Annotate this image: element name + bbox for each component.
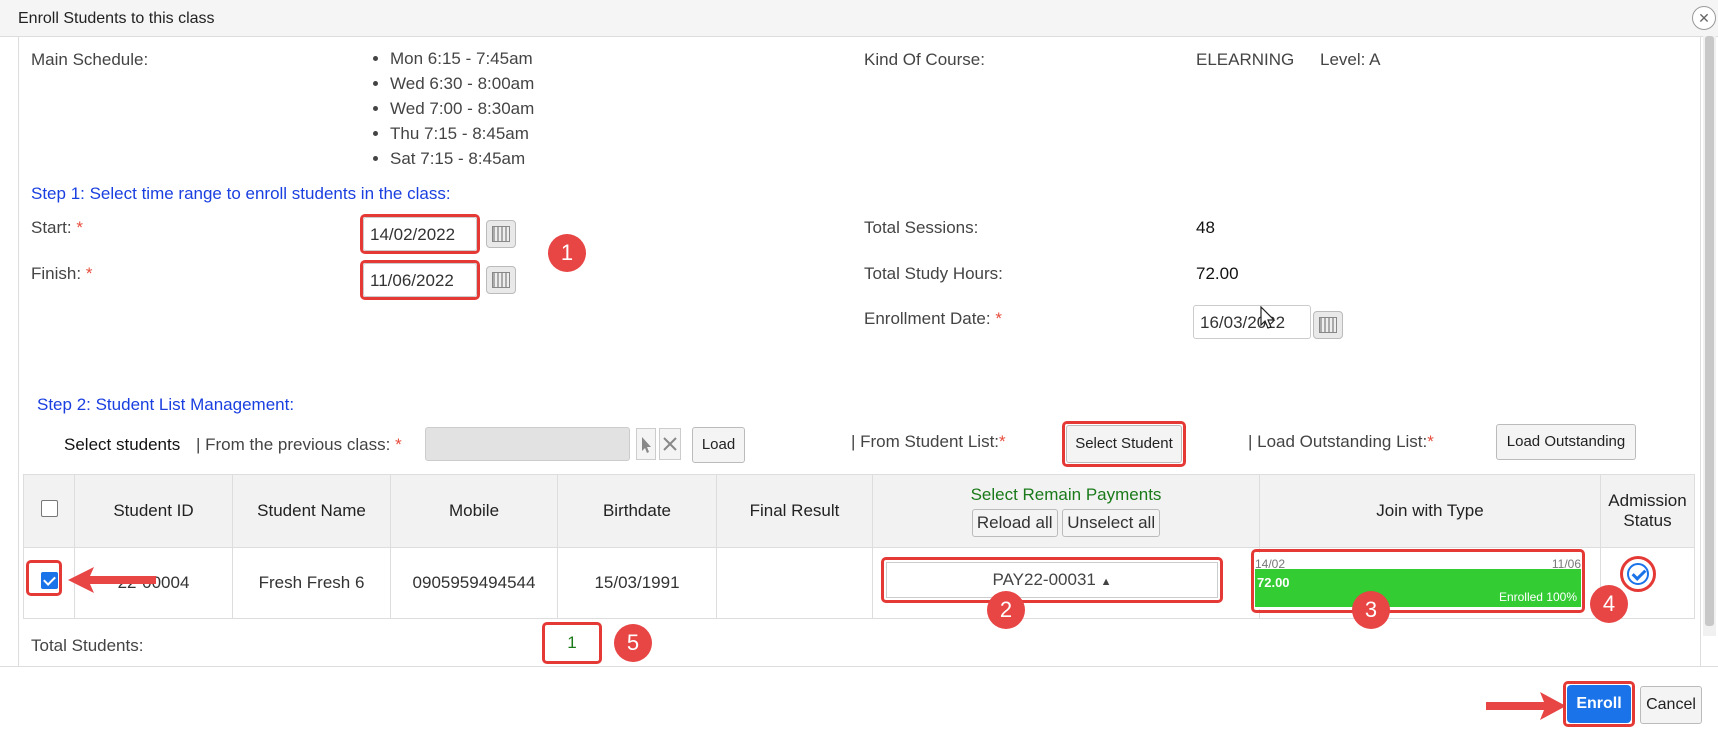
callout-badge-1: 1 [548,234,586,272]
final-result-cell [716,547,873,619]
close-icon[interactable]: ✕ [1692,6,1716,30]
mobile-cell: 0905959494544 [390,547,558,619]
callout-badge-4: 4 [1590,585,1628,623]
total-students-label: Total Students: [31,636,144,655]
schedule-item: Wed 6:30 - 8:00am [390,71,534,96]
step1-title: Step 1: Select time range to enroll stud… [31,184,451,203]
header-admission-status: Admission Status [1600,474,1695,548]
finish-label: Finish: * [31,264,93,283]
mouse-cursor-icon [1260,306,1276,329]
header-join-type: Join with Type [1259,474,1601,548]
from-previous-class-label: | From the previous class: * [196,435,402,454]
arrow-icon [68,567,156,593]
kind-of-course-label: Kind Of Course: [864,50,985,69]
finish-date-input[interactable]: 11/06/2022 [363,263,477,297]
join-status: Enrolled 100% [1498,590,1577,604]
header-birthdate: Birthdate [557,474,717,548]
enrollment-calendar-button[interactable] [1313,311,1343,339]
reload-all-button[interactable]: Reload all [971,509,1058,537]
caret-up-icon: ▲ [1100,576,1112,588]
enroll-button[interactable]: Enroll [1567,685,1631,723]
header-mobile: Mobile [390,474,558,548]
schedule-list: Mon 6:15 - 7:45am Wed 6:30 - 8:00am Wed … [364,46,534,171]
total-study-hours-value: 72.00 [1196,264,1239,283]
pick-class-button[interactable] [636,428,656,460]
pointer-icon [642,437,651,453]
schedule-item: Thu 7:15 - 8:45am [390,121,534,146]
start-label: Start: * [31,218,83,237]
total-sessions-label: Total Sessions: [864,218,979,237]
calendar-icon [492,226,510,242]
select-all-cell [23,474,75,548]
footer-divider [0,666,1718,667]
start-calendar-button[interactable] [486,220,516,248]
header-student-id: Student ID [74,474,233,548]
calendar-icon [1319,317,1337,333]
level-label: Level: A [1320,50,1381,69]
calendar-icon [492,272,510,288]
join-type-bar: 14/02 11/06 72.00 Enrolled 100% [1255,553,1581,609]
left-border [18,36,19,666]
payments-title: Select Remain Payments [970,485,1162,504]
table-header-row: Student ID Student Name Mobile Birthdate… [23,474,1695,548]
enrollment-date-input[interactable]: 16/03/2022 [1193,305,1311,339]
dialog-title: Enroll Students to this class [18,10,215,27]
payment-select[interactable]: PAY22-00031 ▲ [886,562,1218,598]
kind-of-course-value: ELEARNING [1196,50,1295,69]
load-outstanding-button[interactable]: Load Outstanding [1496,424,1636,460]
total-students-value: 1 [567,633,577,652]
select-all-checkbox[interactable] [40,500,58,517]
payment-value: PAY22-00031 [992,570,1096,589]
scrollbar-thumb[interactable] [1705,36,1714,626]
student-name-cell: Fresh Fresh 6 [232,547,391,619]
load-outstanding-label: | Load Outstanding List:* [1248,432,1434,451]
schedule-item: Sat 7:15 - 8:45am [390,146,534,171]
callout-badge-2: 2 [987,591,1025,629]
header-student-name: Student Name [232,474,391,548]
schedule-item: Mon 6:15 - 7:45am [390,46,534,71]
dialog-titlebar: Enroll Students to this class [0,0,1718,37]
load-button[interactable]: Load [692,427,745,463]
main-schedule-label: Main Schedule: [31,50,149,69]
start-date-input[interactable]: 14/02/2022 [363,217,477,251]
unselect-all-button[interactable]: Unselect all [1062,509,1161,537]
arrow-icon [1486,692,1566,720]
right-border [1700,36,1701,666]
total-sessions-value: 48 [1196,218,1215,237]
clear-class-button[interactable] [659,428,681,460]
admission-check-icon[interactable] [1627,563,1649,585]
enrollment-date-label: Enrollment Date: * [864,309,1002,328]
clear-icon [663,437,677,451]
cancel-button[interactable]: Cancel [1640,686,1702,724]
callout-badge-3: 3 [1352,591,1390,629]
select-student-button[interactable]: Select Student [1066,425,1182,463]
row-checkbox-highlight [26,560,62,596]
from-student-list-label: | From Student List:* [851,432,1006,451]
previous-class-input[interactable] [425,427,630,461]
header-payments: Select Remain Payments Reload all Unsele… [872,474,1260,548]
header-final-result: Final Result [716,474,873,548]
birthdate-cell: 15/03/1991 [557,547,717,619]
schedule-item: Wed 7:00 - 8:30am [390,96,534,121]
callout-badge-5: 5 [614,624,652,662]
finish-calendar-button[interactable] [486,266,516,294]
join-hours: 72.00 [1257,575,1290,590]
select-students-label: Select students [64,435,181,454]
step2-title: Step 2: Student List Management: [37,395,295,414]
total-study-hours-label: Total Study Hours: [864,264,1003,283]
